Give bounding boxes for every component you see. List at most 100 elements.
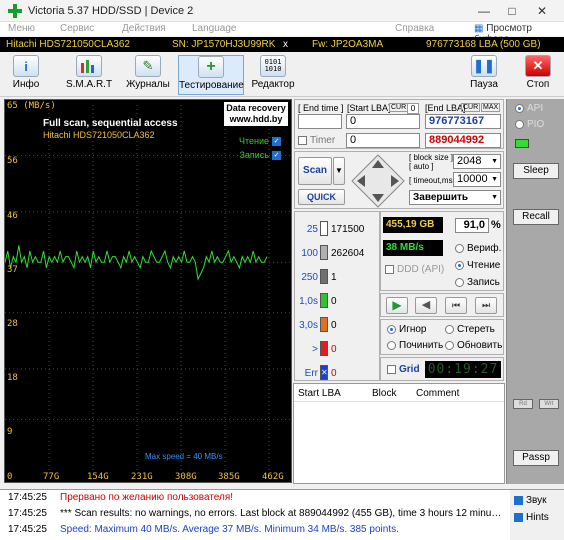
grid-toggle[interactable]: Grid (387, 364, 420, 375)
testing-button[interactable]: + Тестирование (178, 55, 244, 95)
ddd-api-toggle[interactable]: DDD (API) (385, 264, 444, 275)
grid-checkbox[interactable] (387, 364, 396, 374)
data-recovery-banner[interactable]: Data recovery www.hdd.by (224, 102, 288, 126)
log-timestamp: 17:45:25 (8, 524, 47, 535)
toolbar: i Инфо S.M.A.R.T ✎ Журналы + Тестировани… (0, 53, 564, 97)
menu-bar: Меню Сервис Действия Language Справка ▦ … (0, 22, 564, 45)
passp-button[interactable]: Passp (513, 450, 559, 466)
auto-label: [ auto ] (409, 162, 434, 171)
title-bar: Victoria 5.37 HDD/SSD | Device 2 — □ ✕ (0, 0, 564, 22)
pio-radio[interactable]: PIO (515, 119, 544, 130)
log-text: Speed: Maximum 40 MB/s. Average 37 MB/s.… (60, 524, 399, 535)
read-radio[interactable]: Чтение (455, 260, 500, 271)
timer-field[interactable]: 0 (346, 133, 420, 148)
direction-pad[interactable] (351, 154, 405, 208)
recall-button[interactable]: Recall (513, 209, 559, 225)
cur-value: 0 (407, 103, 419, 114)
timer-checkbox[interactable] (298, 136, 307, 146)
buffer-icon: ▦ (474, 23, 484, 34)
scan-button[interactable]: Scan (298, 157, 332, 185)
graph-read-toggle[interactable]: Чтение ✓ (238, 136, 281, 147)
legend-swatch (320, 221, 328, 236)
block-size-select[interactable]: 2048 ▼ (453, 154, 501, 169)
maximize-button[interactable]: □ (500, 2, 524, 20)
legend-count: 0 (331, 296, 337, 307)
skip-forward-button[interactable]: ⏭ (475, 297, 497, 314)
percent-sign: % (491, 219, 501, 231)
done-gb-display: 455,19 GB (383, 217, 443, 233)
logs-button[interactable]: ✎ Журналы (124, 55, 172, 95)
erase-radio[interactable]: Стереть (445, 324, 495, 335)
menu-item-service[interactable]: Сервис (60, 23, 94, 34)
legend-row: Err ✕ 0 (294, 365, 380, 383)
stats-panel: 455,19 GB 91,0 % 38 MB/s DDD (API) Вериф… (380, 211, 504, 291)
max-button[interactable]: MAX (481, 103, 501, 112)
log-line: 17:45:25 Прервано по желанию пользователя… (8, 492, 233, 503)
table-header-start-lba: Start LBA (298, 388, 341, 399)
ignore-radio[interactable]: Игнор (387, 324, 426, 335)
graph-write-toggle[interactable]: Запись ✓ (239, 150, 281, 161)
block-size-label: [ block size ] (409, 153, 454, 162)
sound-toggle[interactable]: Звук (514, 495, 547, 506)
legend-label: 3,0s (299, 320, 318, 331)
close-button[interactable]: ✕ (530, 2, 554, 20)
info-icon: i (13, 55, 39, 77)
minimize-button[interactable]: — (472, 2, 496, 20)
checkmark-icon: ✓ (272, 137, 281, 147)
info-button[interactable]: i Инфо (4, 55, 48, 95)
timer-toggle[interactable]: Timer (298, 135, 335, 146)
log-line: 17:45:25 Speed: Maximum 40 MB/s. Average … (8, 524, 399, 535)
pause-button[interactable]: ❚❚ Пауза (464, 55, 504, 95)
hints-checkbox[interactable] (514, 512, 523, 522)
menu-item-menu[interactable]: Меню (8, 23, 35, 34)
timeout-value: 10000 (457, 173, 488, 185)
radio-icon (445, 324, 454, 334)
side-panel: API PIO Sleep Recall Rd Wrt Passp (506, 99, 564, 484)
editor-button[interactable]: 0101 1010 Редактор (250, 55, 296, 95)
wrt-indicator: Wrt (539, 399, 559, 409)
graph-xtick: 308G (175, 472, 197, 482)
verify-radio[interactable]: Вериф. (455, 243, 501, 254)
end-lba-field[interactable]: 976773167 (425, 114, 501, 129)
end-time-field[interactable] (298, 114, 342, 129)
legend-row: 1,0s 0 (294, 293, 380, 311)
error-table[interactable]: Start LBA Block Comment (293, 383, 505, 484)
cur2-button[interactable]: CUR (461, 103, 481, 112)
graph-read-label: Чтение (238, 136, 269, 146)
play-button[interactable]: ▶ (386, 297, 408, 314)
legend-label: 1,0s (299, 296, 318, 307)
legend-row: >0 (294, 341, 380, 359)
write-radio[interactable]: Запись (455, 277, 500, 288)
sleep-button[interactable]: Sleep (513, 163, 559, 179)
smart-button[interactable]: S.M.A.R.T (62, 55, 116, 95)
finish-action-value: Завершить (413, 192, 469, 203)
legend-row: 25 171500 (294, 221, 380, 239)
menu-item-language[interactable]: Language (192, 23, 237, 34)
log-options: Звук Hints (510, 489, 564, 540)
timeout-select[interactable]: 10000 ▼ (453, 172, 501, 187)
stop-button[interactable]: ✕ Стоп (518, 55, 558, 95)
repair-radio[interactable]: Починить (387, 340, 443, 351)
skip-back-button[interactable]: ⏮ (445, 297, 467, 314)
legend-label: 25 (306, 224, 318, 235)
device-close-icon[interactable]: x (283, 39, 288, 50)
cur-button[interactable]: CUR (389, 103, 409, 112)
quick-button[interactable]: QUICK (298, 189, 345, 205)
finish-action-select[interactable]: Завершить ▼ (409, 190, 501, 205)
refresh-radio[interactable]: Обновить (445, 340, 502, 351)
hints-toggle[interactable]: Hints (514, 512, 549, 523)
menu-item-help[interactable]: Справка (395, 23, 434, 34)
back-button[interactable]: ◀ (415, 297, 437, 314)
legend-label: > (312, 344, 318, 355)
start-lba-field[interactable]: 0 (346, 114, 420, 129)
erase-label: Стереть (457, 324, 495, 335)
auto-block-toggle[interactable]: [ auto ] (409, 162, 433, 171)
api-radio[interactable]: API (515, 103, 543, 114)
scan-dropdown-icon[interactable]: ▼ (333, 157, 345, 185)
device-info-bar: Hitachi HDS721050CLA362 SN: JP1570HJ3U99… (0, 37, 564, 52)
logs-icon: ✎ (135, 55, 161, 77)
sound-checkbox[interactable] (514, 495, 523, 505)
menu-item-actions[interactable]: Действия (122, 23, 166, 34)
percent-field: 91,0 (455, 218, 489, 233)
ddd-api-checkbox[interactable] (385, 264, 394, 274)
